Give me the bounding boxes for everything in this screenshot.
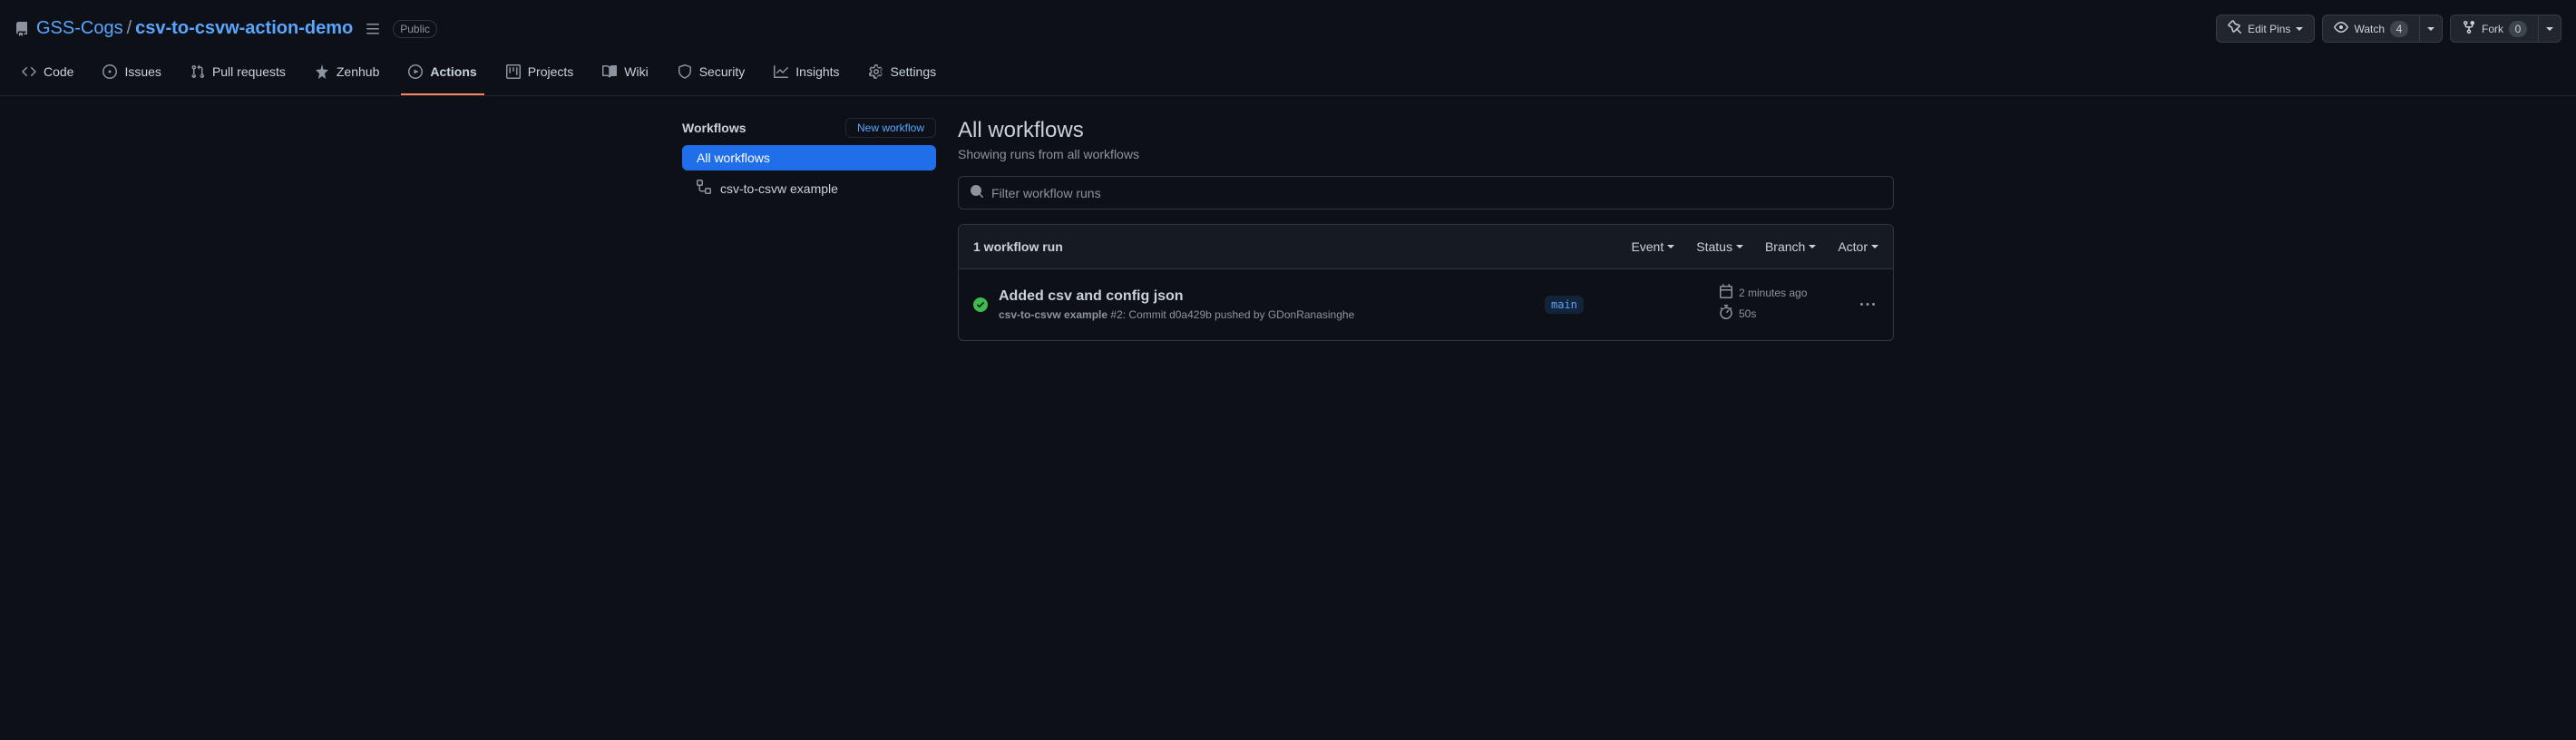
sidebar-item-label: csv-to-csvw example: [720, 181, 838, 196]
new-workflow-button[interactable]: New workflow: [845, 118, 936, 138]
tab-wiki[interactable]: Wiki: [595, 57, 655, 95]
chevron-down-icon: [2427, 27, 2435, 31]
run-title: Added csv and config json: [999, 288, 1534, 305]
edit-pins-button[interactable]: Edit Pins: [2216, 15, 2315, 43]
breadcrumb: GSS-Cogs / csv-to-csvw-action-demo: [36, 18, 353, 39]
pin-icon: [2228, 20, 2242, 37]
chevron-down-icon: [2546, 27, 2553, 31]
run-duration: 50s: [1739, 307, 1756, 320]
check-circle-icon: [973, 297, 988, 312]
watch-dropdown[interactable]: [2419, 15, 2443, 43]
search-box[interactable]: [958, 176, 1894, 209]
fork-count: 0: [2509, 21, 2527, 37]
search-input[interactable]: [991, 186, 1882, 200]
run-menu-button[interactable]: [1857, 294, 1878, 316]
sidebar-item-all-workflows[interactable]: All workflows: [682, 145, 936, 170]
repo-icon: [15, 22, 29, 36]
watch-button-group: Watch 4: [2322, 15, 2443, 43]
tab-insights[interactable]: Insights: [766, 57, 846, 95]
fork-label: Fork: [2482, 23, 2503, 35]
repo-tabs: Code Issues Pull requests Zenhub Actions…: [0, 57, 2576, 96]
page-title: All workflows: [958, 118, 1894, 143]
tab-code[interactable]: Code: [15, 57, 81, 95]
tab-settings[interactable]: Settings: [862, 57, 944, 95]
filter-actor[interactable]: Actor: [1838, 239, 1878, 254]
run-count: 1 workflow run: [973, 239, 1063, 254]
search-icon: [970, 184, 984, 201]
fork-button-group: Fork 0: [2450, 15, 2561, 43]
watch-count: 4: [2390, 21, 2408, 37]
workflow-icon: [697, 180, 711, 197]
edit-pins-label: Edit Pins: [2248, 23, 2290, 35]
eye-icon: [2334, 20, 2348, 37]
filter-event[interactable]: Event: [1631, 239, 1674, 254]
tab-projects[interactable]: Projects: [499, 57, 581, 95]
sidebar-item-label: All workflows: [697, 151, 770, 165]
chevron-down-icon: [1736, 245, 1743, 248]
fork-dropdown[interactable]: [2538, 15, 2561, 43]
calendar-icon: [1719, 284, 1733, 301]
chevron-down-icon: [1871, 245, 1878, 248]
repo-menu-button[interactable]: [360, 16, 385, 42]
run-row[interactable]: Added csv and config json csv-to-csvw ex…: [959, 269, 1893, 340]
tab-security[interactable]: Security: [670, 57, 753, 95]
sidebar-item-workflow[interactable]: csv-to-csvw example: [682, 174, 936, 202]
repo-link[interactable]: csv-to-csvw-action-demo: [135, 18, 353, 39]
chevron-down-icon: [1667, 245, 1674, 248]
visibility-badge: Public: [393, 20, 437, 38]
tab-issues[interactable]: Issues: [95, 57, 168, 95]
tab-zenhub[interactable]: Zenhub: [307, 57, 386, 95]
workflows-title: Workflows: [682, 121, 746, 135]
filter-status[interactable]: Status: [1696, 239, 1743, 254]
tab-actions[interactable]: Actions: [401, 57, 483, 95]
page-subtitle: Showing runs from all workflows: [958, 147, 1894, 161]
watch-label: Watch: [2354, 23, 2385, 35]
fork-icon: [2462, 20, 2476, 37]
branch-pill[interactable]: main: [1545, 296, 1584, 314]
owner-link[interactable]: GSS-Cogs: [36, 18, 123, 39]
fork-button[interactable]: Fork 0: [2450, 15, 2539, 43]
chevron-down-icon: [1809, 245, 1816, 248]
stopwatch-icon: [1719, 305, 1733, 322]
run-meta: csv-to-csvw example #2: Commit d0a429b p…: [999, 308, 1534, 321]
run-time-ago: 2 minutes ago: [1739, 287, 1807, 299]
tab-pulls[interactable]: Pull requests: [183, 57, 293, 95]
chevron-down-icon: [2296, 27, 2303, 31]
watch-button[interactable]: Watch 4: [2322, 15, 2420, 43]
filter-branch[interactable]: Branch: [1765, 239, 1816, 254]
